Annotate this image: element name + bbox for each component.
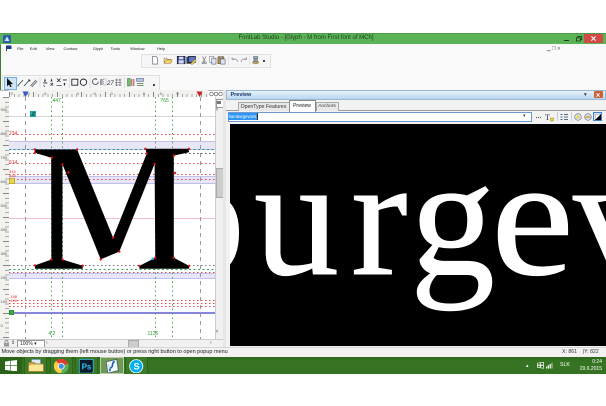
svg-text:Ps: Ps [82, 362, 92, 371]
svg-text:S: S [134, 361, 140, 372]
svg-text:27: 27 [106, 81, 114, 87]
svg-text:T: T [545, 113, 550, 122]
